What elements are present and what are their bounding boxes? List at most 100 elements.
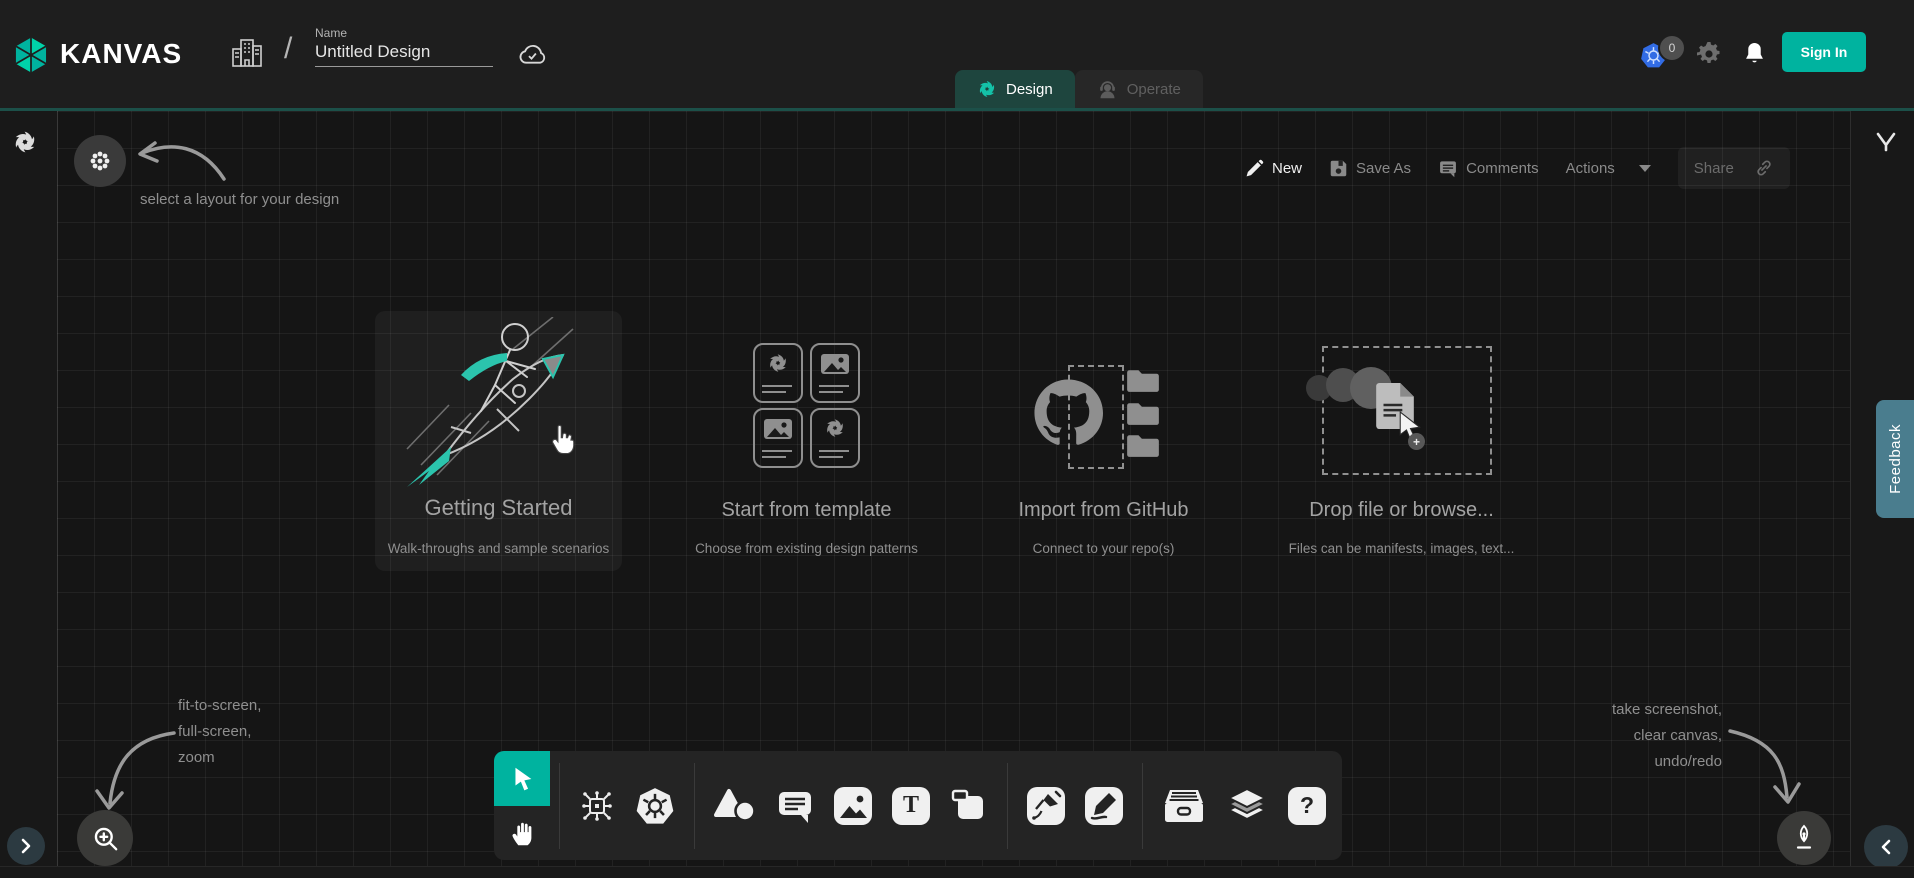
pencil-scribble-icon xyxy=(1085,787,1123,825)
share-button[interactable]: Share xyxy=(1678,147,1790,189)
card-start-from-template[interactable]: Start from template Choose from existing… xyxy=(683,311,930,571)
card-title: Start from template xyxy=(683,499,930,522)
design-spiral-icon xyxy=(824,417,846,439)
bottom-toolbar: T xyxy=(494,751,1342,860)
hand-pan-icon xyxy=(508,818,536,848)
help-button[interactable]: ? xyxy=(1288,787,1326,825)
design-spiral-icon xyxy=(767,352,789,374)
layout-hint-arrow xyxy=(132,137,228,185)
drawing-tools-button[interactable] xyxy=(1777,811,1831,865)
breadcrumb-separator: / xyxy=(284,32,292,66)
design-name-label: Name xyxy=(315,26,493,40)
image-icon xyxy=(763,418,793,440)
collapse-right-panel-button[interactable] xyxy=(1864,825,1908,869)
design-name-block: Name xyxy=(315,26,493,67)
card-drop-file[interactable]: + Drop file or browse... Files can be ma… xyxy=(1278,311,1525,571)
card-subtitle: Choose from existing design patterns xyxy=(683,541,930,556)
actions-dropdown[interactable]: Actions xyxy=(1566,160,1651,177)
new-button[interactable]: New xyxy=(1245,159,1302,178)
pen-nib-icon xyxy=(1790,824,1818,852)
kubernetes-wheel-icon xyxy=(635,786,675,826)
cloud-saved-icon xyxy=(518,42,548,70)
notifications-bell-icon[interactable] xyxy=(1743,41,1766,71)
organization-icon[interactable] xyxy=(230,37,264,74)
comment-tool-button[interactable] xyxy=(776,788,814,824)
zoom-controls-button[interactable] xyxy=(77,810,133,866)
pen-tool-button[interactable] xyxy=(1027,787,1065,825)
magnifier-plus-icon xyxy=(92,825,119,852)
expand-left-panel-button[interactable] xyxy=(7,827,45,865)
freehand-draw-button[interactable] xyxy=(1085,787,1123,825)
settings-gear-icon[interactable] xyxy=(1697,42,1721,71)
operator-headset-icon xyxy=(1097,79,1118,100)
feedback-tab[interactable]: Feedback xyxy=(1876,400,1914,518)
layers-icon xyxy=(1226,787,1268,825)
note-tool-button[interactable] xyxy=(950,787,988,825)
image-icon xyxy=(834,787,872,825)
mode-tabs: Design Operate xyxy=(955,70,1203,108)
layout-selector-button[interactable] xyxy=(74,135,126,187)
component-circuit-icon xyxy=(579,788,615,824)
kanvas-app: KANVAS / Name xyxy=(0,0,1914,878)
layers-tool-button[interactable] xyxy=(1226,787,1268,825)
folder-icon xyxy=(1126,401,1160,426)
layout-flower-icon xyxy=(88,149,112,173)
tools-hint-arrow xyxy=(1726,723,1808,815)
github-octocat-icon xyxy=(1033,378,1103,448)
kubernetes-tool-button[interactable] xyxy=(635,786,675,826)
kanvas-logo-icon[interactable] xyxy=(12,36,50,79)
comment-tool-icon xyxy=(776,788,814,824)
select-tool-button[interactable] xyxy=(494,751,550,806)
design-name-input[interactable] xyxy=(315,40,493,67)
image-tool-button[interactable] xyxy=(834,787,872,825)
tab-operate-label: Operate xyxy=(1127,81,1181,98)
zoom-hint-arrow xyxy=(88,719,180,815)
save-as-button[interactable]: Save As xyxy=(1329,159,1411,178)
question-mark-icon: ? xyxy=(1300,792,1314,819)
pen-tool-icon xyxy=(1027,787,1065,825)
chevron-left-icon xyxy=(1880,839,1892,855)
left-edge-strip xyxy=(0,111,58,866)
context-count-badge: 0 xyxy=(1658,34,1686,62)
template-thumb xyxy=(753,343,803,403)
components-tool-button[interactable] xyxy=(579,788,615,824)
comments-button[interactable]: Comments xyxy=(1438,159,1539,178)
shapes-icon xyxy=(714,788,756,824)
floppy-save-icon xyxy=(1329,159,1348,178)
select-cursor-icon xyxy=(509,765,535,793)
zoom-hints-text: fit-to-screen, full-screen, zoom xyxy=(178,693,261,771)
card-getting-started[interactable]: Getting Started Walk-throughs and sample… xyxy=(375,311,622,571)
canvas-area: select a layout for your design New Save… xyxy=(0,108,1914,866)
card-title: Drop file or browse... xyxy=(1278,499,1525,522)
rocket-doodle-illustration xyxy=(393,317,603,489)
drawer-icon xyxy=(1162,788,1206,824)
card-subtitle: Walk-throughs and sample scenarios xyxy=(375,541,622,556)
text-tool-icon: T xyxy=(903,792,919,819)
chevron-right-icon xyxy=(20,838,32,854)
plus-badge: + xyxy=(1408,433,1425,450)
card-import-from-github[interactable]: Import from GitHub Connect to your repo(… xyxy=(980,311,1227,571)
template-thumb xyxy=(753,408,803,468)
y-tool-icon[interactable] xyxy=(1874,131,1898,164)
brand-title: KANVAS xyxy=(60,38,182,70)
drawer-tool-button[interactable] xyxy=(1162,788,1206,824)
note-icon xyxy=(950,787,988,825)
layout-hint-text: select a layout for your design xyxy=(140,187,339,213)
share-link-icon xyxy=(1754,158,1774,178)
shapes-tool-button[interactable] xyxy=(714,788,756,824)
sign-in-button[interactable]: Sign In xyxy=(1782,32,1866,72)
comment-bubble-icon xyxy=(1438,159,1458,178)
pan-tool-button[interactable] xyxy=(494,806,550,860)
bottom-edge-strip xyxy=(0,866,1914,878)
folder-icon xyxy=(1126,368,1160,393)
tab-design[interactable]: Design xyxy=(955,70,1075,108)
hand-pointer-cursor-icon xyxy=(547,423,579,457)
template-thumb xyxy=(810,408,860,468)
app-header: KANVAS / Name xyxy=(0,0,1914,108)
pointer-tools-column xyxy=(494,751,550,860)
text-tool-button[interactable]: T xyxy=(892,787,930,825)
card-title: Getting Started xyxy=(375,495,622,521)
tab-operate[interactable]: Operate xyxy=(1075,70,1203,108)
image-icon xyxy=(820,353,850,375)
card-subtitle: Files can be manifests, images, text... xyxy=(1278,541,1525,556)
